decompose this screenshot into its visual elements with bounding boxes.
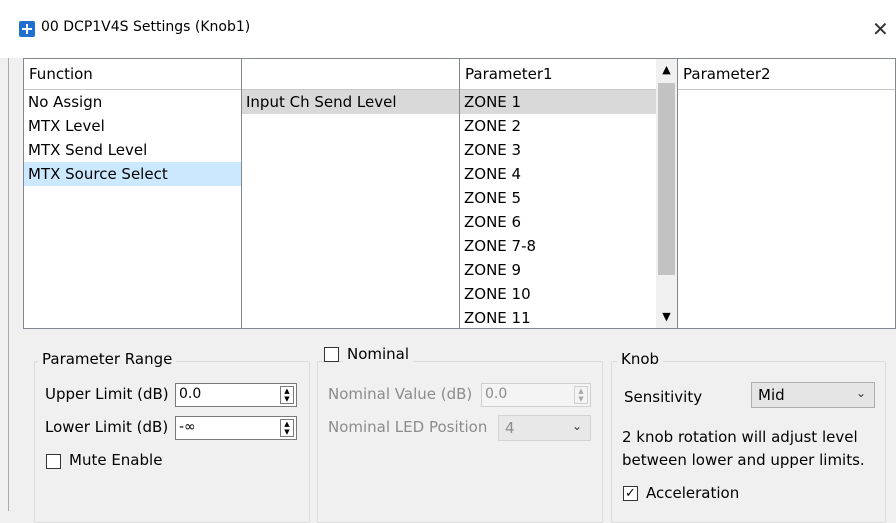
function-list[interactable]: Function No Assign MTX Level MTX Send Leve…	[23, 58, 242, 329]
upper-limit-spinbox[interactable]: 0.0 ▲ ▼	[175, 383, 297, 407]
parameter1-item[interactable]: ZONE 4	[460, 162, 656, 186]
spin-arrows-icon[interactable]: ▲ ▼	[280, 386, 294, 404]
spin-arrows-icon[interactable]: ▲ ▼	[280, 419, 294, 437]
parameter2-header[interactable]: Parameter2	[678, 59, 895, 90]
mute-enable-checkbox[interactable]	[46, 454, 61, 469]
upper-limit-label: Upper Limit (dB)	[45, 385, 169, 403]
parameter2-list[interactable]: Parameter2	[677, 58, 896, 329]
window-title: 00 DCP1V4S Settings (Knob1)	[41, 19, 251, 35]
parameter1-item[interactable]: ZONE 6	[460, 210, 656, 234]
parameter1-header[interactable]: Parameter1	[460, 59, 656, 90]
title-bar: 00 DCP1V4S Settings (Knob1) ✕	[0, 0, 896, 58]
sensitivity-select[interactable]: Mid ⌄	[751, 382, 875, 408]
parameter-range-title: Parameter Range	[38, 350, 177, 368]
nominal-title: Nominal	[343, 345, 414, 363]
nominal-value-label: Nominal Value (dB)	[328, 385, 473, 403]
parameter1-item[interactable]: ZONE 2	[460, 114, 656, 138]
sub-item[interactable]: Input Ch Send Level	[242, 90, 459, 114]
nominal-led-select[interactable]: 4 ⌄	[498, 415, 591, 441]
knob-info-line1: 2 knob rotation will adjust level	[622, 428, 858, 446]
parameter1-item[interactable]: ZONE 5	[460, 186, 656, 210]
nominal-checkbox[interactable]	[324, 347, 339, 362]
function-item[interactable]: MTX Level	[24, 114, 241, 138]
parameter1-item[interactable]: ZONE 11	[460, 306, 656, 328]
lower-limit-spinbox[interactable]: -∞ ▲ ▼	[175, 416, 297, 440]
function-item[interactable]: MTX Send Level	[24, 138, 241, 162]
app-icon	[19, 21, 35, 37]
nominal-led-value[interactable]: 4	[505, 419, 515, 437]
lower-limit-label: Lower Limit (dB)	[45, 418, 169, 436]
parameter1-item[interactable]: ZONE 1	[460, 90, 656, 114]
nominal-value[interactable]: 0.0	[485, 386, 507, 402]
sub-function-header[interactable]	[242, 59, 459, 90]
scroll-down-icon[interactable]: ▼	[656, 306, 677, 328]
chevron-down-icon[interactable]: ⌄	[572, 419, 582, 433]
sensitivity-label: Sensitivity	[624, 388, 703, 406]
acceleration-checkbox[interactable]: ✓	[623, 486, 638, 501]
function-header[interactable]: Function	[24, 59, 241, 90]
scroll-thumb[interactable]	[658, 83, 675, 275]
chevron-down-icon[interactable]: ⌄	[856, 386, 866, 400]
knob-info-line2: between lower and upper limits.	[622, 451, 865, 469]
knob-title: Knob	[617, 350, 664, 368]
scroll-up-icon[interactable]: ▲	[656, 59, 677, 81]
acceleration-label: Acceleration	[646, 484, 740, 502]
lower-limit-value[interactable]: -∞	[179, 419, 196, 435]
sub-function-list[interactable]: Input Ch Send Level	[241, 58, 460, 329]
parameter1-scrollbar[interactable]: ▲ ▼	[656, 58, 678, 329]
parameter1-item[interactable]: ZONE 9	[460, 258, 656, 282]
mute-enable-label: Mute Enable	[69, 451, 163, 469]
nominal-value-spinbox[interactable]: 0.0 ▲ ▼	[481, 383, 591, 407]
parameter1-item[interactable]: ZONE 7-8	[460, 234, 656, 258]
spin-arrows-icon[interactable]: ▲ ▼	[574, 386, 588, 404]
function-item[interactable]: No Assign	[24, 90, 241, 114]
upper-limit-value[interactable]: 0.0	[179, 386, 201, 402]
parameter1-list[interactable]: Parameter1 ZONE 1 ZONE 2 ZONE 3 ZONE 4 ZONE …	[459, 58, 657, 329]
nominal-led-label: Nominal LED Position	[328, 418, 488, 436]
parameter1-item[interactable]: ZONE 3	[460, 138, 656, 162]
parameter1-item[interactable]: ZONE 10	[460, 282, 656, 306]
window-border	[8, 58, 9, 511]
close-button[interactable]: ✕	[872, 14, 896, 44]
sensitivity-value[interactable]: Mid	[758, 386, 785, 404]
function-item[interactable]: MTX Source Select	[24, 162, 241, 186]
